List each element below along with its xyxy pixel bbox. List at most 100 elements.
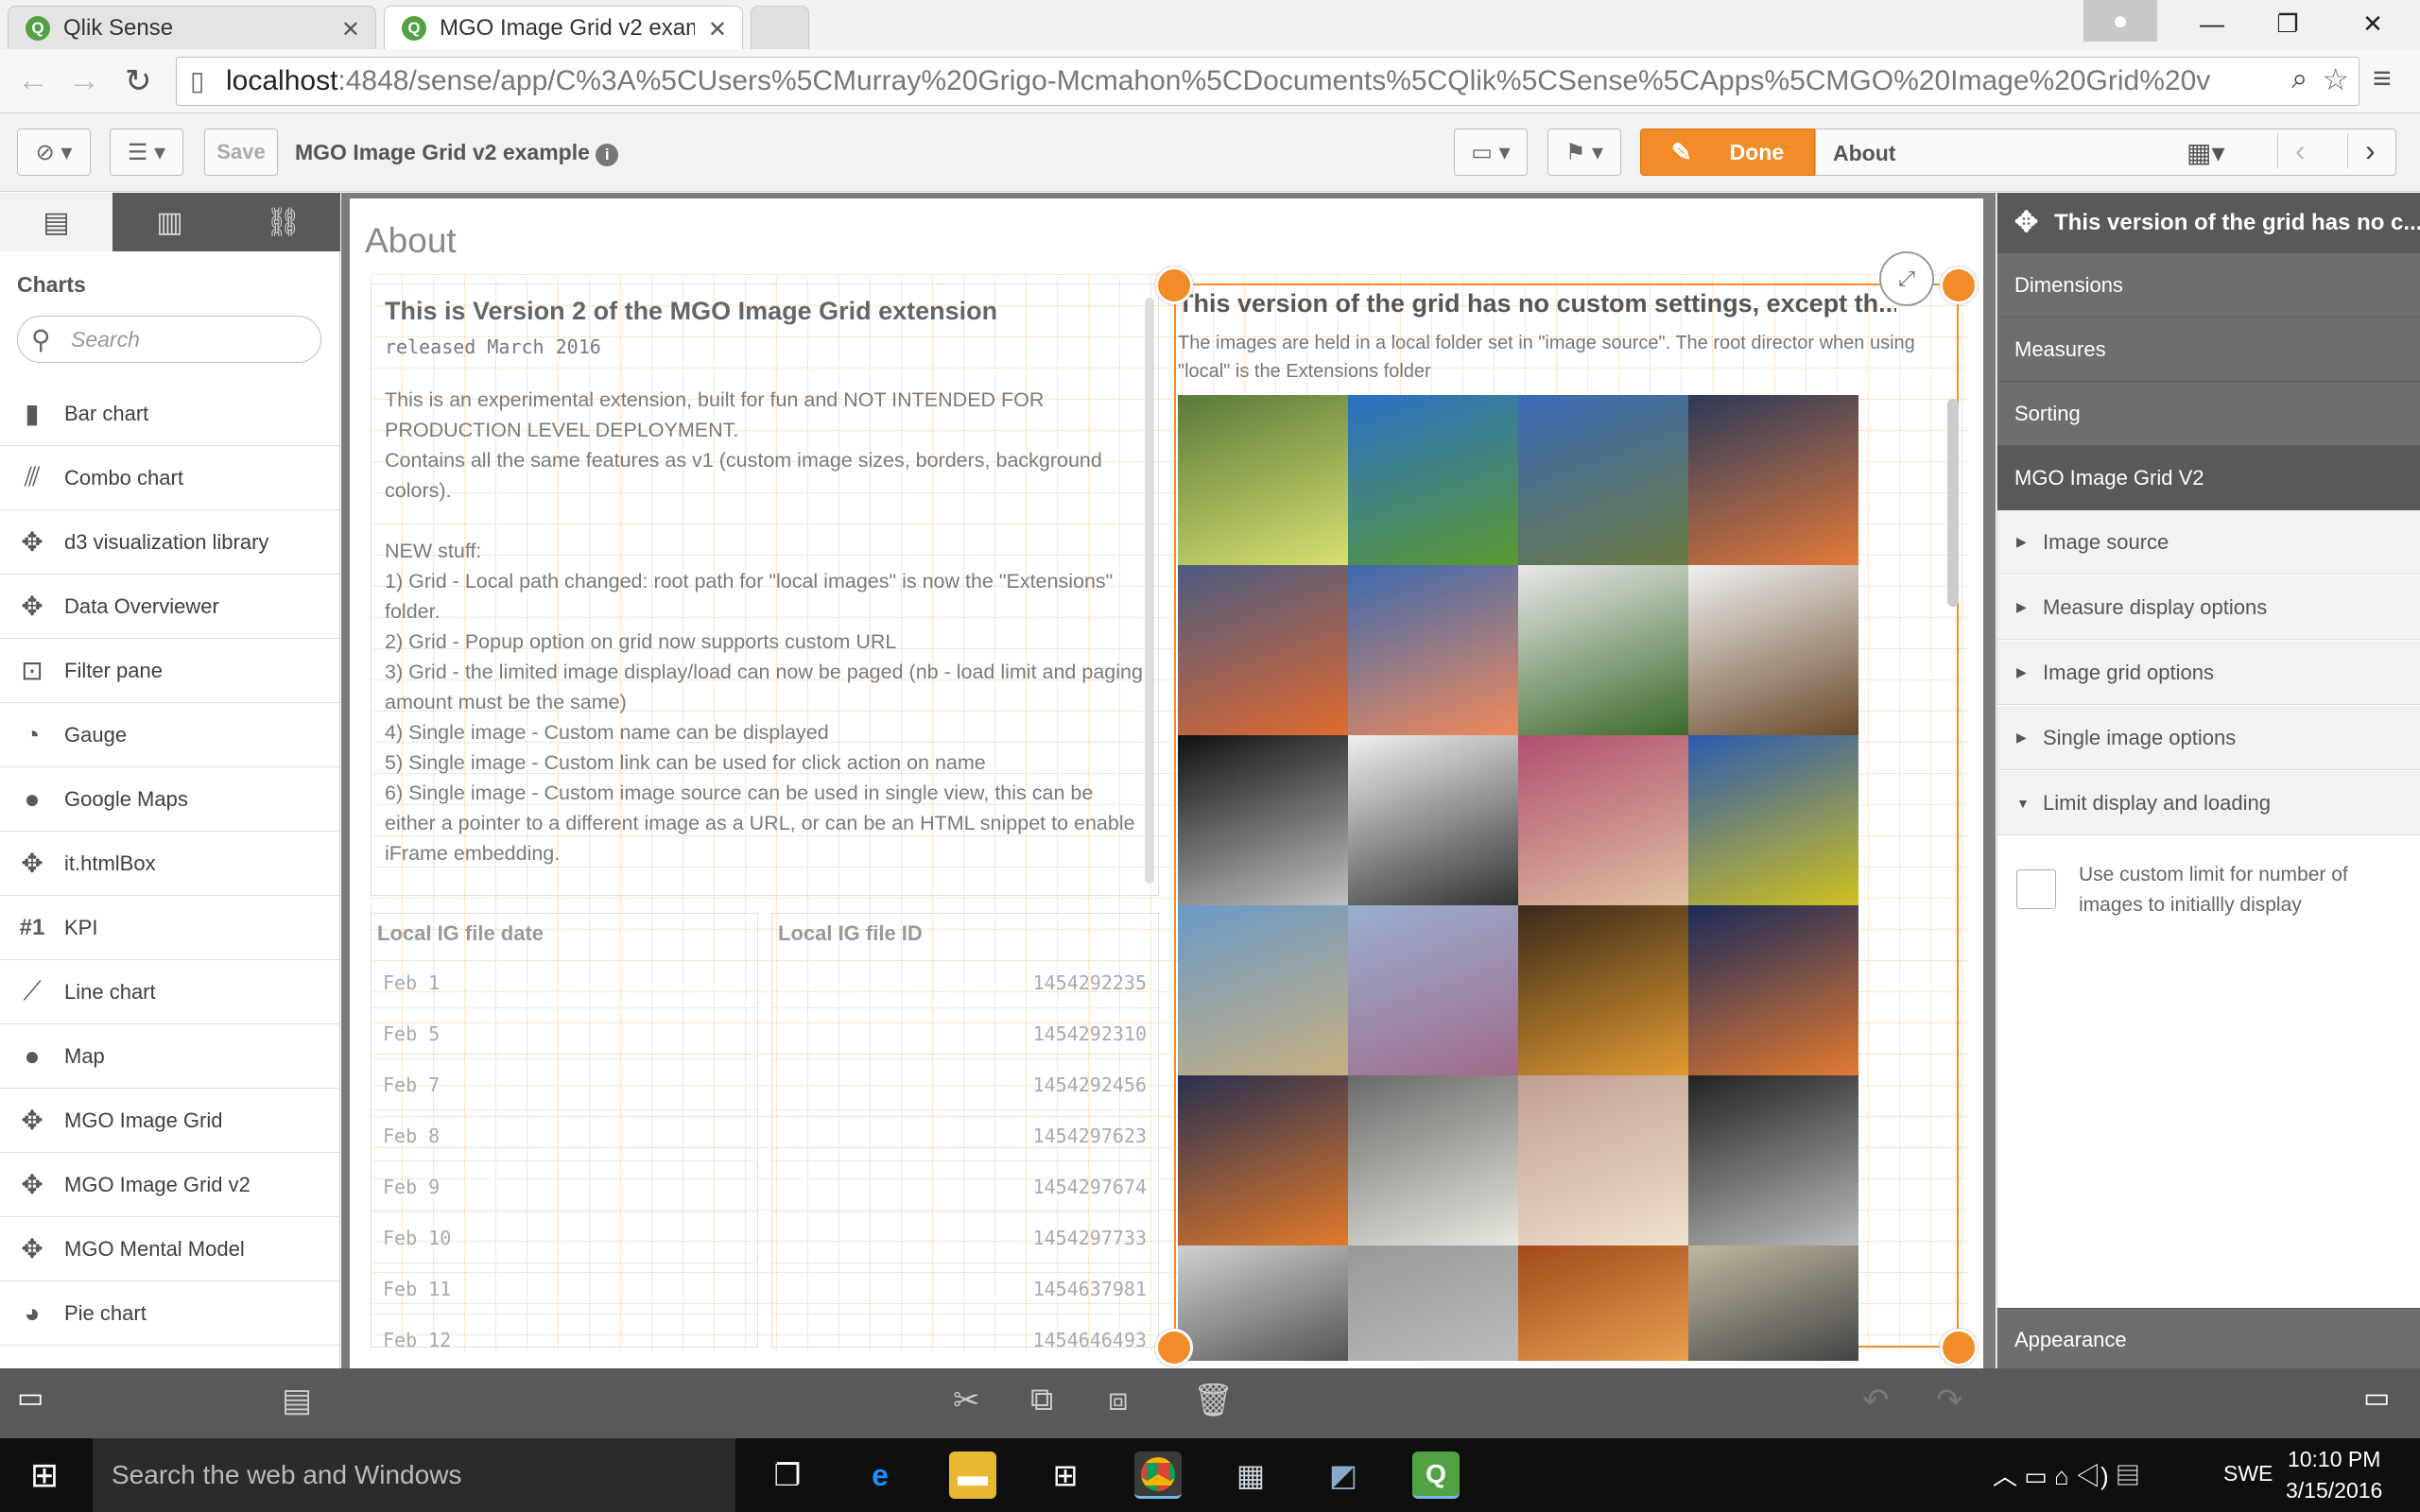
table-header[interactable]: Local IG file date: [372, 914, 757, 957]
search-input[interactable]: ⚲ Search: [17, 316, 321, 363]
minimize-window-button[interactable]: —: [2174, 0, 2250, 47]
table-row[interactable]: Feb 12: [372, 1314, 757, 1348]
grid-photo[interactable]: [1178, 1246, 1348, 1361]
paste-icon[interactable]: ⧈: [1108, 1382, 1129, 1418]
system-tray-icons[interactable]: ︿ ▭ ⌂ ◁) ▤: [1993, 1457, 2140, 1492]
image-grid-scrollbar[interactable]: [1947, 399, 1959, 607]
edge-browser-icon[interactable]: e: [856, 1452, 904, 1499]
chart-list-item[interactable]: ✥ MGO Mental Model: [0, 1217, 340, 1281]
close-tab-icon[interactable]: ✕: [708, 16, 727, 43]
properties-subsection[interactable]: ▶ Image source: [1997, 510, 2420, 575]
undo-icon[interactable]: ↶: [1862, 1382, 1890, 1419]
browser-tab-qlik-sense[interactable]: Q Qlik Sense ✕: [8, 6, 376, 49]
grid-photo[interactable]: [1348, 1246, 1518, 1361]
table-row[interactable]: Feb 9: [372, 1161, 757, 1212]
grid-photo[interactable]: [1688, 1246, 1858, 1361]
grid-photo[interactable]: [1518, 1075, 1688, 1246]
address-bar[interactable]: ▯ localhost:4848/sense/app/C%3A%5CUsers%…: [176, 57, 2360, 106]
grid-photo[interactable]: [1348, 735, 1518, 905]
user-profile-icon[interactable]: ●: [2083, 0, 2157, 42]
cut-icon[interactable]: ✂: [953, 1382, 980, 1419]
taskbar-search[interactable]: Search the web and Windows: [93, 1438, 735, 1512]
page-info-icon[interactable]: ▯: [190, 65, 204, 96]
chart-list-item[interactable]: ⫻ Combo chart: [0, 446, 340, 510]
table-row[interactable]: 1454292456: [772, 1059, 1158, 1110]
charts-tab[interactable]: ▤: [0, 193, 112, 251]
chart-list-item[interactable]: ✥ d3 visualization library: [0, 510, 340, 575]
grid-photo[interactable]: [1178, 1075, 1348, 1246]
present-button[interactable]: ▭ ▾: [1454, 129, 1528, 176]
table-header[interactable]: Local IG file ID: [772, 914, 1158, 957]
grid-photo[interactable]: [1348, 395, 1518, 565]
properties-subsection[interactable]: ▶ Image grid options: [1997, 641, 2420, 705]
grid-photo[interactable]: [1348, 905, 1518, 1075]
grid-photo[interactable]: [1178, 395, 1348, 565]
browser-menu-icon[interactable]: ≡: [2373, 60, 2392, 97]
forward-arrow-icon[interactable]: →: [68, 62, 100, 99]
close-tab-icon[interactable]: ✕: [341, 16, 360, 43]
performance-monitor-icon[interactable]: ▦: [1227, 1452, 1274, 1499]
table-row[interactable]: Feb 8: [372, 1110, 757, 1161]
grid-photo[interactable]: [1518, 565, 1688, 735]
resize-handle-bottom-right[interactable]: [1940, 1329, 1978, 1366]
sheet-properties-icon[interactable]: ▤: [282, 1382, 312, 1419]
chart-list-item[interactable]: ✥ MGO Image Grid v2: [0, 1153, 340, 1217]
grid-photo[interactable]: [1688, 565, 1858, 735]
chart-list-item[interactable]: ⟋ Line chart: [0, 960, 340, 1024]
resize-handle-top-right[interactable]: [1940, 266, 1978, 304]
zoom-search-icon[interactable]: ⌕: [2286, 63, 2308, 95]
next-sheet-icon[interactable]: ›: [2347, 133, 2376, 168]
qlik-sense-taskbar-icon[interactable]: Q: [1412, 1452, 1460, 1499]
taskbar-clock[interactable]: 10:10 PM 3/15/2016: [2286, 1444, 2382, 1506]
navigation-menu-button[interactable]: ⊘ ▾: [17, 129, 91, 176]
grid-photo[interactable]: [1688, 735, 1858, 905]
appearance-section[interactable]: Appearance: [1997, 1308, 2420, 1372]
grid-photo[interactable]: [1178, 565, 1348, 735]
global-menu-button[interactable]: ☰ ▾: [110, 129, 183, 176]
grid-photo[interactable]: [1518, 1246, 1688, 1361]
copy-icon[interactable]: ⧉: [1030, 1382, 1053, 1418]
chrome-icon[interactable]: [1134, 1452, 1182, 1499]
sheets-overview-icon[interactable]: ▦▾: [2187, 137, 2225, 168]
restore-window-button[interactable]: ❐: [2250, 0, 2325, 47]
browser-tab-mgo-image-grid[interactable]: Q MGO Image Grid v2 exam ✕: [384, 6, 743, 49]
notes-app-icon[interactable]: ◩: [1320, 1452, 1367, 1499]
save-button[interactable]: Save: [204, 129, 278, 176]
table-row[interactable]: Feb 1: [372, 957, 757, 1008]
properties-subsection[interactable]: ▶ Single image options: [1997, 706, 2420, 770]
table-row[interactable]: Feb 7: [372, 1059, 757, 1110]
chart-list-item[interactable]: ✥ Data Overviewer: [0, 575, 340, 639]
done-button[interactable]: ✎ Done: [1640, 129, 1815, 176]
chart-list-item[interactable]: ⊡ Filter pane: [0, 639, 340, 703]
redo-icon[interactable]: ↷: [1936, 1382, 1963, 1419]
task-view-icon[interactable]: ❐: [764, 1452, 811, 1499]
table-row[interactable]: 1454646493: [772, 1314, 1158, 1348]
store-icon[interactable]: ⊞: [1042, 1452, 1089, 1499]
chart-list-item[interactable]: ● Google Maps: [0, 767, 340, 832]
fields-tab[interactable]: ▥: [113, 193, 226, 251]
properties-section[interactable]: Dimensions: [1997, 253, 2420, 318]
grid-photo[interactable]: [1348, 565, 1518, 735]
grid-photo[interactable]: [1178, 905, 1348, 1075]
table-row[interactable]: 1454292235: [772, 957, 1158, 1008]
chart-list-item[interactable]: ▮ Bar chart: [0, 382, 340, 446]
chart-list-item[interactable]: ◔ Gauge: [0, 703, 340, 767]
grid-photo[interactable]: [1518, 905, 1688, 1075]
properties-section[interactable]: MGO Image Grid V2: [1997, 446, 2420, 510]
table-row[interactable]: 1454297674: [772, 1161, 1158, 1212]
chart-list-item[interactable]: ✥ MGO Image Grid: [0, 1089, 340, 1153]
reload-icon[interactable]: ↻: [125, 62, 152, 100]
properties-subsection[interactable]: ▶ Measure display options: [1997, 576, 2420, 640]
grid-photo[interactable]: [1688, 1075, 1858, 1246]
table-row[interactable]: 1454297733: [772, 1212, 1158, 1263]
info-icon[interactable]: i: [596, 144, 619, 166]
grid-photo[interactable]: [1348, 1075, 1518, 1246]
file-explorer-icon[interactable]: ▬: [949, 1452, 996, 1499]
id-table[interactable]: Local IG file ID 1454292235 1454292310 145…: [771, 913, 1159, 1348]
toggle-properties-panel-icon[interactable]: ▭: [2363, 1382, 2390, 1415]
properties-section[interactable]: Sorting: [1997, 382, 2420, 446]
table-row[interactable]: 1454297623: [772, 1110, 1158, 1161]
properties-section[interactable]: Measures: [1997, 318, 2420, 382]
chart-list-item[interactable]: ✥ it.htmlBox: [0, 832, 340, 896]
resize-handle-bottom-left[interactable]: [1155, 1329, 1193, 1366]
